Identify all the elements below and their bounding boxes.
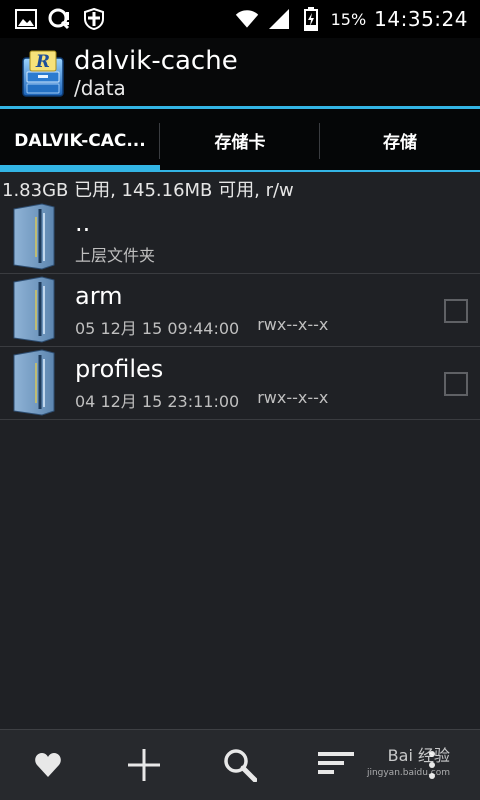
plus-icon bbox=[128, 749, 160, 781]
list-item-profiles[interactable]: profiles 04 12月 15 23:11:00 rwx--x--x bbox=[0, 347, 480, 420]
favorites-button[interactable] bbox=[18, 735, 78, 795]
page-title: dalvik-cache bbox=[74, 46, 238, 76]
file-name: arm bbox=[75, 282, 123, 310]
clock: 14:35:24 bbox=[374, 7, 468, 31]
select-checkbox[interactable] bbox=[444, 299, 468, 323]
wifi-icon bbox=[235, 7, 259, 31]
file-subtitle: 上层文件夹 bbox=[75, 246, 156, 265]
file-permissions: rwx--x--x bbox=[257, 388, 329, 407]
sort-button[interactable] bbox=[306, 735, 366, 795]
root-explorer-logo-icon[interactable]: R bbox=[20, 48, 66, 98]
tab-label: 存储 bbox=[383, 133, 417, 153]
tab-bar: DALVIK-CAC... 存储卡 存储 bbox=[0, 109, 480, 172]
app-header: R dalvik-cache /data bbox=[0, 38, 480, 108]
watermark-url: jingyan.baidu.com bbox=[366, 768, 450, 778]
tab-label: 存储卡 bbox=[214, 133, 266, 153]
watermark: Bai 经验 jingyan.baidu.com bbox=[367, 742, 450, 778]
notification-icon bbox=[48, 7, 72, 31]
svg-text:R: R bbox=[35, 52, 50, 72]
folder-icon bbox=[12, 349, 58, 417]
file-date: 05 12月 15 09:44:00 bbox=[75, 319, 240, 338]
tab-label: DALVIK-CAC... bbox=[14, 130, 146, 151]
storage-info: 1.83GB 已用, 145.16MB 可用, r/w bbox=[2, 180, 294, 201]
list-item-parent-folder[interactable]: .. 上层文件夹 bbox=[0, 201, 480, 274]
file-date: 04 12月 15 23:11:00 bbox=[75, 392, 240, 411]
folder-icon bbox=[12, 203, 58, 271]
list-item-arm[interactable]: arm 05 12月 15 09:44:00 rwx--x--x bbox=[0, 274, 480, 347]
folder-icon bbox=[12, 276, 58, 344]
tabs-bottom-line bbox=[0, 170, 480, 172]
sort-icon bbox=[318, 752, 354, 774]
file-name: .. bbox=[75, 209, 91, 237]
tab-storage[interactable]: 存储 bbox=[320, 109, 480, 172]
shield-icon bbox=[82, 7, 106, 31]
status-bar: 15% 14:35:24 bbox=[0, 0, 480, 38]
cellular-icon bbox=[267, 7, 291, 31]
current-path: /data bbox=[74, 76, 126, 100]
watermark-text: Bai 经验 bbox=[387, 746, 450, 765]
search-icon bbox=[224, 749, 257, 782]
battery-charging-icon bbox=[299, 7, 323, 31]
select-checkbox[interactable] bbox=[444, 372, 468, 396]
battery-percent: 15% bbox=[330, 9, 367, 29]
file-permissions: rwx--x--x bbox=[257, 315, 329, 334]
heart-icon bbox=[35, 753, 61, 777]
tab-sd-card[interactable]: 存储卡 bbox=[160, 109, 320, 172]
search-button[interactable] bbox=[210, 735, 270, 795]
picture-icon bbox=[14, 7, 38, 31]
tab-dalvik-cache[interactable]: DALVIK-CAC... bbox=[0, 109, 160, 172]
file-list: .. 上层文件夹 arm 05 12月 15 09:44:00 rwx--x--… bbox=[0, 201, 480, 420]
add-button[interactable] bbox=[114, 735, 174, 795]
file-name: profiles bbox=[75, 355, 164, 383]
